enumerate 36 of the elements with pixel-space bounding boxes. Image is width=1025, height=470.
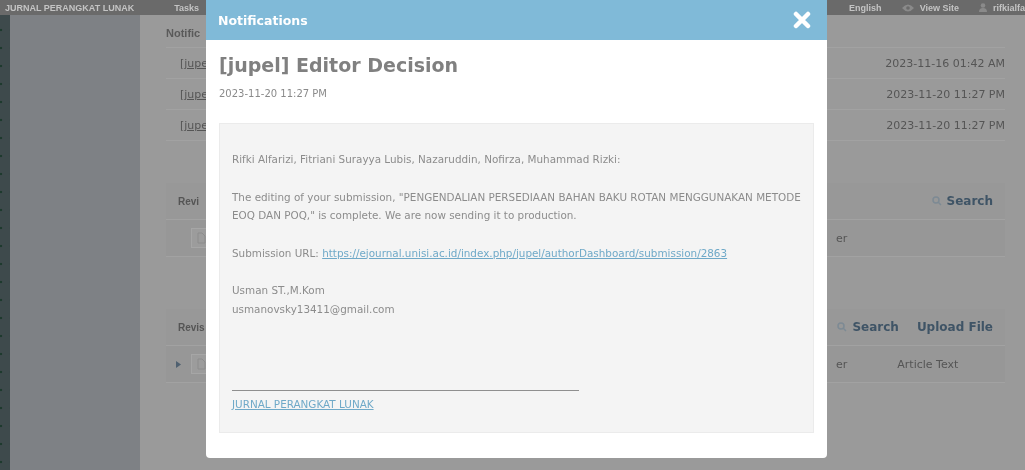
search-icon [837, 322, 848, 332]
table-cell: Article Text [897, 357, 959, 371]
notification-link[interactable]: [jupe [180, 118, 209, 132]
section-title: Revi [178, 195, 200, 207]
user-icon [979, 3, 987, 12]
submission-link[interactable]: https://ejournal.unisi.ac.id/index.php/jupel/authorDashboard/submission/2863 [322, 246, 728, 259]
dialog-title: Notifications [218, 12, 308, 28]
search-icon [931, 196, 942, 206]
table-cell: er [836, 231, 848, 245]
language-link[interactable]: English [849, 2, 882, 13]
section-title: Revis [178, 321, 205, 333]
notification-date: 2023-11-20 11:27 PM [886, 118, 1005, 132]
journal-link[interactable]: JURNAL PERANGKAT LUNAK [232, 395, 374, 414]
tasks-link[interactable]: Tasks [174, 2, 200, 13]
expand-icon[interactable] [176, 360, 181, 368]
message-paragraph: The editing of your submission, "PENGENDALIAN PERSEDIAAN BAHAN BAKU ROTAN MENGGUNAKAN METODE EOQ DAN POQ," is complete. We are now sending it to production. [232, 189, 801, 223]
site-title[interactable]: JURNAL PERANGKAT LUNAK [5, 2, 135, 13]
close-icon[interactable] [793, 11, 811, 29]
signature-line: Usman ST.,M.Kom [232, 283, 326, 298]
user-menu[interactable]: rifkialfa [993, 2, 1025, 13]
view-site-link[interactable]: View Site [919, 2, 959, 13]
notification-date: 2023-11-16 01:42 AM [885, 56, 1005, 70]
action-link[interactable]: Search [931, 194, 993, 208]
table-cell: er [836, 357, 848, 371]
message-date: 2023-11-20 11:27 PM [219, 88, 328, 99]
notification-date: 2023-11-20 11:27 PM [886, 87, 1005, 101]
panel-title: Notific [166, 27, 202, 39]
submission-url-text: Submission URL: https://ejournal.unisi.ac.id/index.php/jupel/authorDashboard/submission/2863 [232, 245, 729, 261]
action-link[interactable]: Upload File [916, 320, 993, 334]
action-link[interactable]: Search [837, 320, 899, 334]
notification-link[interactable]: [jupe [180, 56, 209, 70]
notification-link[interactable]: [jupe [180, 87, 209, 101]
greeting-text: Rifki Alfarizi, Fitriani Surayya Lubis, Nazaruddin, Nofirza, Muhammad Rizki: [232, 152, 622, 167]
eye-icon [901, 3, 914, 12]
signature-line: usmanovsky13411@gmail.com [232, 301, 396, 317]
message-subject: [jupel] Editor Decision [219, 54, 460, 76]
